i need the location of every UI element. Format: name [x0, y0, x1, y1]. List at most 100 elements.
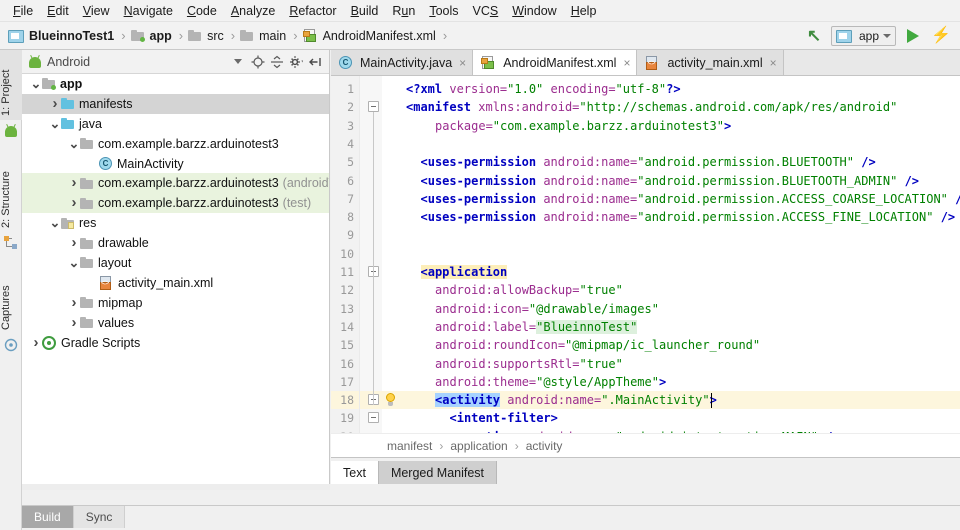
tree-node-values[interactable]: values	[22, 313, 329, 333]
tree-node-label: activity_main.xml	[118, 275, 214, 290]
make-project-icon[interactable]: ↖	[803, 25, 825, 47]
close-icon[interactable]: ×	[770, 56, 777, 70]
menu-item-analyze[interactable]: Analyze	[224, 1, 282, 21]
sidebar-item-project[interactable]: 1: Project	[0, 50, 22, 120]
tree-node-gradle-scripts[interactable]: Gradle Scripts	[22, 333, 329, 353]
sidebar-item-structure[interactable]: 2: Structure	[0, 150, 22, 232]
breadcrumb-item-2[interactable]: src	[188, 29, 226, 43]
editor-breadcrumb-activity[interactable]: activity	[526, 439, 563, 453]
code-token: "true"	[579, 356, 623, 371]
tree-node-layout[interactable]: layout	[22, 253, 329, 273]
code-token: android:supportsRtl=	[435, 356, 580, 371]
target-locate-icon[interactable]	[250, 54, 266, 70]
code-line-14: android:label="BlueinnoTest"	[435, 318, 638, 336]
folder-icon	[188, 30, 202, 41]
tool-window-tab-build[interactable]: Build	[22, 506, 74, 528]
chevron-right-icon[interactable]	[68, 297, 80, 309]
tree-node-com-example-barzz-arduinotest3[interactable]: com.example.barzz.arduinotest3	[22, 134, 329, 154]
code-editor[interactable]: 123456789101112131415161718192021 <?xml …	[331, 76, 960, 433]
tree-node-mainactivity[interactable]: C MainActivity	[22, 154, 329, 174]
menu-item-navigate[interactable]: Navigate	[117, 1, 180, 21]
line-number-gutter: 123456789101112131415161718192021	[331, 76, 360, 433]
project-view-selector-label[interactable]: Android	[47, 55, 90, 69]
java-class-icon: C	[99, 157, 112, 170]
intention-bulb-gutter[interactable]	[382, 76, 402, 433]
tool-window-tab-sync[interactable]: Sync	[73, 506, 126, 528]
collapse-all-icon[interactable]	[269, 54, 285, 70]
code-token: "BlueinnoTest"	[536, 319, 638, 334]
chevron-right-icon[interactable]	[68, 237, 80, 249]
settings-gear-icon[interactable]	[288, 54, 304, 70]
chevron-down-icon[interactable]	[49, 118, 61, 130]
code-token: >	[658, 374, 667, 389]
tree-node-com-example-barzz-arduinotest3[interactable]: com.example.barzz.arduinotest3(test)	[22, 193, 329, 214]
menu-item-file[interactable]: File	[6, 1, 40, 21]
chevron-down-icon[interactable]	[49, 217, 61, 229]
editor-view-tab-merged-manifest[interactable]: Merged Manifest	[378, 461, 498, 484]
code-token: android:name=	[543, 155, 638, 170]
fold-marker-line-2[interactable]	[368, 101, 379, 113]
tree-node-com-example-barzz-arduinotest3[interactable]: com.example.barzz.arduinotest3(androidTe…	[22, 173, 329, 194]
tab-label: Merged Manifest	[390, 465, 485, 480]
editor-tab-mainactivity-java[interactable]: C MainActivity.java ×	[331, 50, 474, 75]
close-icon[interactable]: ×	[623, 56, 630, 70]
chevron-right-icon[interactable]	[68, 317, 80, 329]
tree-node-drawable[interactable]: drawable	[22, 233, 329, 253]
menu-item-build[interactable]: Build	[344, 1, 386, 21]
menu-item-run[interactable]: Run	[385, 1, 422, 21]
run-button[interactable]	[902, 25, 924, 47]
menu-item-refactor[interactable]: Refactor	[282, 1, 343, 21]
tree-node-activity-main-xml[interactable]: activity_main.xml	[22, 273, 329, 293]
project-panel-toolbar	[250, 54, 329, 70]
fold-marker-line-19[interactable]	[368, 412, 379, 424]
folder-grey-icon	[80, 138, 93, 150]
menu-item-window[interactable]: Window	[505, 1, 563, 21]
chevron-down-icon[interactable]	[30, 78, 42, 90]
chevron-down-icon[interactable]	[68, 138, 80, 150]
menu-item-view[interactable]: View	[76, 1, 117, 21]
breadcrumb-item-0[interactable]: BlueinnoTest1	[8, 29, 116, 43]
sidebar-item-captures[interactable]: Captures	[0, 262, 22, 334]
chevron-down-icon[interactable]	[68, 257, 80, 269]
fold-guide-line	[373, 112, 374, 277]
breadcrumb-item-4[interactable]: AndroidManifest.xml	[302, 28, 438, 43]
intention-bulb-icon[interactable]	[384, 393, 397, 407]
code-token: />	[854, 155, 876, 170]
code-folding-gutter[interactable]	[360, 76, 382, 433]
hide-panel-icon[interactable]	[307, 54, 323, 70]
folder-blue-icon	[61, 118, 74, 130]
editor-tab-androidmanifest-xml[interactable]: AndroidManifest.xml ×	[473, 50, 638, 75]
editor-view-tab-text[interactable]: Text	[331, 461, 379, 484]
menu-item-edit[interactable]: Edit	[40, 1, 76, 21]
chevron-right-icon[interactable]	[30, 337, 42, 349]
chevron-right-icon[interactable]	[49, 98, 61, 110]
editor-tab-label: AndroidManifest.xml	[503, 55, 617, 70]
close-icon[interactable]: ×	[459, 56, 466, 70]
breadcrumb: BlueinnoTest1 › app › src › main › AndroidManife…	[8, 28, 452, 44]
editor-breadcrumb-manifest[interactable]: manifest	[387, 439, 432, 453]
menu-item-tools[interactable]: Tools	[422, 1, 465, 21]
menu-item-help[interactable]: Help	[564, 1, 604, 21]
chevron-right-icon[interactable]	[68, 177, 80, 189]
tree-node-app[interactable]: app	[22, 74, 329, 94]
breadcrumb-item-3[interactable]: main	[240, 29, 288, 43]
project-tree[interactable]: app manifests java com.example.barzz.arduin…	[22, 74, 329, 490]
menu-item-code[interactable]: Code	[180, 1, 224, 21]
breadcrumb-item-1[interactable]: app	[130, 29, 174, 43]
chevron-right-icon[interactable]	[68, 197, 80, 209]
chevron-down-icon[interactable]	[234, 59, 242, 64]
tree-node-mipmap[interactable]: mipmap	[22, 293, 329, 313]
editor-breadcrumb-application[interactable]: application	[450, 439, 507, 453]
folder-res-icon	[61, 217, 74, 229]
tree-node-res[interactable]: res	[22, 213, 329, 233]
debug-button[interactable]: ⚡	[930, 25, 952, 47]
editor-tab-activity-main-xml[interactable]: activity_main.xml ×	[637, 50, 784, 75]
menu-item-vcs[interactable]: VCS	[466, 1, 506, 21]
code-token: />	[948, 192, 960, 206]
run-configuration-selector[interactable]: app	[830, 25, 896, 46]
tree-node-java[interactable]: java	[22, 114, 329, 134]
folder-grey-icon	[80, 237, 93, 249]
line-number: 14	[340, 319, 354, 334]
tree-node-manifests[interactable]: manifests	[22, 93, 329, 114]
code-text-area[interactable]: <?xml version="1.0" encoding="utf-8"?> <m…	[402, 76, 960, 433]
